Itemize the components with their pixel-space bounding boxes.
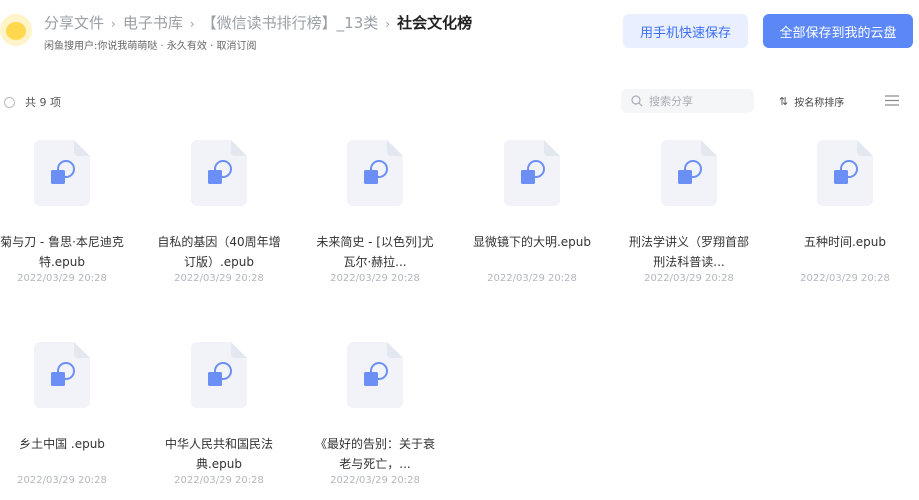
epub-file-icon — [504, 140, 560, 206]
avatar-face — [6, 22, 26, 40]
epub-file-icon — [817, 140, 873, 206]
select-all[interactable]: 共 9 项 — [4, 94, 61, 110]
breadcrumb-item-share-files[interactable]: 分享文件 — [44, 14, 104, 32]
file-item[interactable]: 未来简史 - [以色列]尤瓦尔·赫拉... 2022/03/29 20:28 — [313, 140, 437, 284]
file-item[interactable]: 《最好的告别：关于衰老与死亡，... 2022/03/29 20:28 — [313, 342, 437, 486]
search-icon — [631, 95, 643, 107]
file-date: 2022/03/29 20:28 — [17, 475, 107, 486]
search-box[interactable] — [621, 89, 754, 113]
chevron-right-icon: › — [111, 17, 116, 31]
file-date: 2022/03/29 20:28 — [17, 273, 107, 284]
file-name[interactable]: 菊与刀 - 鲁思·本尼迪克特.epub — [0, 232, 124, 272]
file-item[interactable]: 自私的基因（40周年增订版）.epub 2022/03/29 20:28 — [157, 140, 281, 284]
epub-file-icon — [34, 140, 90, 206]
save-all-to-cloud-button[interactable]: 全部保存到我的云盘 — [763, 14, 913, 48]
breadcrumb-item-ebook-library[interactable]: 电子书库 — [123, 14, 183, 32]
chevron-right-icon: › — [189, 17, 195, 31]
file-date: 2022/03/29 20:28 — [644, 273, 734, 284]
chevron-right-icon: › — [385, 17, 391, 31]
search-input[interactable] — [649, 94, 739, 108]
file-item[interactable]: 菊与刀 - 鲁思·本尼迪克特.epub 2022/03/29 20:28 — [0, 140, 124, 284]
epub-file-icon — [661, 140, 717, 206]
epub-file-icon — [191, 140, 247, 206]
file-item[interactable]: 刑法学讲义（罗翔首部刑法科普读... 2022/03/29 20:28 — [627, 140, 751, 284]
file-item[interactable]: 乡土中国 .epub 2022/03/29 20:28 — [0, 342, 124, 486]
file-item[interactable]: 显微镜下的大明.epub 2022/03/29 20:28 — [470, 140, 594, 284]
sort-icon: ⇅ — [779, 95, 789, 108]
breadcrumb: 分享文件 › 电子书库 › 【微信读书排行榜】_13类 › 社会文化榜 — [44, 12, 472, 33]
file-date: 2022/03/29 20:28 — [330, 273, 420, 284]
sort-button[interactable]: ⇅ 按名称排序 — [779, 94, 844, 109]
file-name[interactable]: 自私的基因（40周年增订版）.epub — [157, 232, 281, 272]
avatar — [0, 14, 32, 46]
phone-save-button[interactable]: 用手机快速保存 — [623, 14, 748, 48]
epub-file-icon — [347, 342, 403, 408]
sort-label: 按名称排序 — [794, 98, 845, 109]
epub-file-icon — [191, 342, 247, 408]
file-name[interactable]: 五种时间.epub — [783, 232, 907, 272]
file-date: 2022/03/29 20:28 — [174, 475, 264, 486]
list-view-icon[interactable] — [885, 95, 899, 106]
share-info: 闲鱼搜用户:你说我萌萌哒 · 永久有效 · 取消订阅 — [44, 41, 257, 52]
file-name[interactable]: 未来简史 - [以色列]尤瓦尔·赫拉... — [313, 232, 437, 272]
breadcrumb-current: 社会文化榜 — [397, 14, 473, 32]
file-date: 2022/03/29 20:28 — [174, 273, 264, 284]
epub-file-icon — [34, 342, 90, 408]
item-count: 共 9 项 — [25, 96, 61, 109]
select-all-radio[interactable] — [4, 96, 15, 108]
file-name[interactable]: 显微镜下的大明.epub — [470, 232, 594, 272]
file-name[interactable]: 中华人民共和国民法典.epub — [157, 434, 281, 474]
file-item[interactable]: 中华人民共和国民法典.epub 2022/03/29 20:28 — [157, 342, 281, 486]
file-item[interactable]: 五种时间.epub 2022/03/29 20:28 — [783, 140, 907, 284]
file-date: 2022/03/29 20:28 — [487, 273, 577, 284]
file-name[interactable]: 乡土中国 .epub — [0, 434, 124, 474]
breadcrumb-item-wechat-ranking[interactable]: 【微信读书排行榜】_13类 — [202, 14, 379, 32]
file-name[interactable]: 《最好的告别：关于衰老与死亡，... — [313, 434, 437, 474]
epub-file-icon — [347, 140, 403, 206]
file-date: 2022/03/29 20:28 — [330, 475, 420, 486]
file-date: 2022/03/29 20:28 — [800, 273, 890, 284]
file-name[interactable]: 刑法学讲义（罗翔首部刑法科普读... — [627, 232, 751, 272]
